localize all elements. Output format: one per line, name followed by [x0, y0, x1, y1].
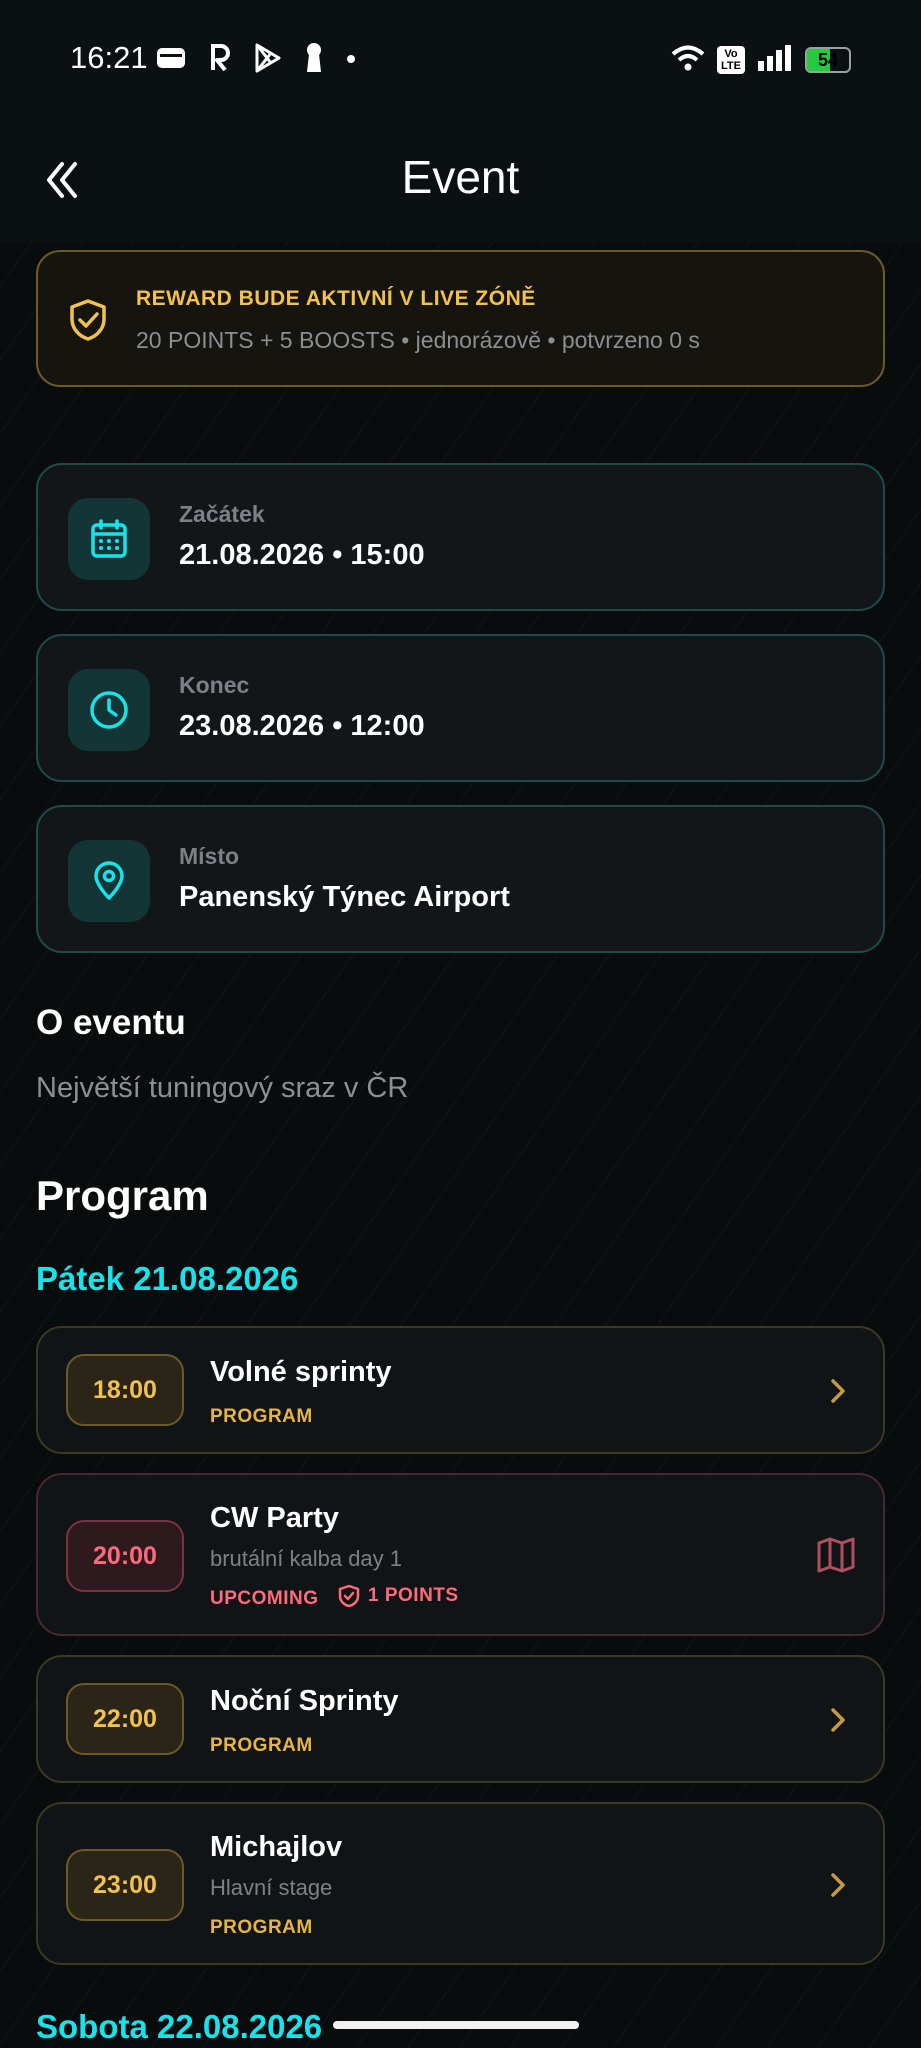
- points-badge: 1 POINTS: [338, 1584, 459, 1608]
- program-heading: Program: [36, 1172, 209, 1219]
- chevron-right-icon: [823, 1376, 853, 1406]
- shield-check-icon: [68, 298, 108, 347]
- shield-check-icon: [338, 1584, 360, 1608]
- status-left-icons: [156, 40, 356, 80]
- calendar-icon: [91, 519, 127, 558]
- wifi-icon: [671, 44, 705, 77]
- day-heading: Sobota 22.08.2026: [36, 2008, 323, 2045]
- chevron-right-icon: [823, 1705, 853, 1735]
- reward-title: REWARD BUDE AKTIVNÍ V LIVE ZÓNĚ: [136, 287, 536, 310]
- app-bar: Event: [0, 118, 921, 242]
- program-item-title: Michajlov: [210, 1831, 343, 1863]
- time-badge: 18:00: [66, 1354, 184, 1426]
- program-item-tag: UPCOMING: [210, 1588, 319, 1609]
- info-value: 21.08.2026 • 15:00: [179, 539, 425, 571]
- points-label: 1 POINTS: [368, 1585, 459, 1606]
- day-heading: Pátek 21.08.2026: [36, 1260, 299, 1297]
- program-item-subtitle: brutální kalba day 1: [210, 1546, 403, 1571]
- status-time: 16:21: [70, 40, 148, 75]
- info-icon-box: [68, 840, 150, 922]
- info-card-location: Místo Panenský Týnec Airport: [36, 805, 885, 953]
- info-label: Konec: [179, 672, 250, 698]
- info-label: Místo: [179, 843, 240, 869]
- signal-icon: [757, 44, 793, 77]
- program-item-tag: PROGRAM: [210, 1406, 313, 1427]
- battery-icon: 54: [805, 47, 851, 73]
- battery-level: 54: [817, 50, 839, 70]
- program-item-title: Volné sprinty: [210, 1356, 392, 1388]
- program-item-subtitle: Hlavní stage: [210, 1875, 333, 1900]
- info-value: 23.08.2026 • 12:00: [179, 710, 425, 742]
- home-indicator[interactable]: [333, 2021, 579, 2029]
- location-pin-icon: [94, 861, 124, 900]
- program-item-title: CW Party: [210, 1502, 339, 1534]
- time-badge: 23:00: [66, 1849, 184, 1921]
- program-item[interactable]: 18:00 Volné sprinty PROGRAM: [36, 1326, 885, 1454]
- volte-icon: Vo LTE: [717, 46, 745, 74]
- keyhole-icon: [304, 42, 324, 79]
- play-store-icon: [254, 43, 282, 78]
- info-icon-box: [68, 498, 150, 580]
- program-item[interactable]: 22:00 Noční Sprinty PROGRAM: [36, 1655, 885, 1783]
- program-item[interactable]: 23:00 Michajlov Hlavní stage PROGRAM: [36, 1802, 885, 1965]
- program-item[interactable]: 20:00 CW Party brutální kalba day 1 UPCO…: [36, 1473, 885, 1636]
- info-card-end: Konec 23.08.2026 • 12:00: [36, 634, 885, 782]
- status-bar: 16:21 Vo LTE 54: [0, 0, 921, 118]
- clock-icon: [90, 691, 128, 729]
- reward-subtitle: 20 POINTS + 5 BOOSTS • jednorázově • pot…: [136, 327, 700, 353]
- time-badge: 20:00: [66, 1520, 184, 1592]
- info-card-start: Začátek 21.08.2026 • 15:00: [36, 463, 885, 611]
- wallet-icon: [156, 45, 186, 76]
- reward-banner: REWARD BUDE AKTIVNÍ V LIVE ZÓNĚ 20 POINT…: [36, 250, 885, 387]
- program-item-tag: PROGRAM: [210, 1735, 313, 1756]
- status-right-icons: Vo LTE 54: [671, 40, 851, 80]
- about-text: Největší tuningový sraz v ČR: [36, 1072, 409, 1104]
- time-badge: 22:00: [66, 1683, 184, 1755]
- chevron-right-icon: [823, 1870, 853, 1900]
- revolut-icon: [208, 43, 232, 77]
- program-item-tag: PROGRAM: [210, 1917, 313, 1938]
- map-icon[interactable]: [817, 1537, 855, 1578]
- dot-icon: [346, 51, 356, 69]
- info-icon-box: [68, 669, 150, 751]
- program-item-title: Noční Sprinty: [210, 1685, 399, 1717]
- info-value: Panenský Týnec Airport: [179, 881, 510, 913]
- about-heading: O eventu: [36, 1003, 186, 1042]
- page-title: Event: [401, 151, 520, 203]
- info-label: Začátek: [179, 501, 265, 527]
